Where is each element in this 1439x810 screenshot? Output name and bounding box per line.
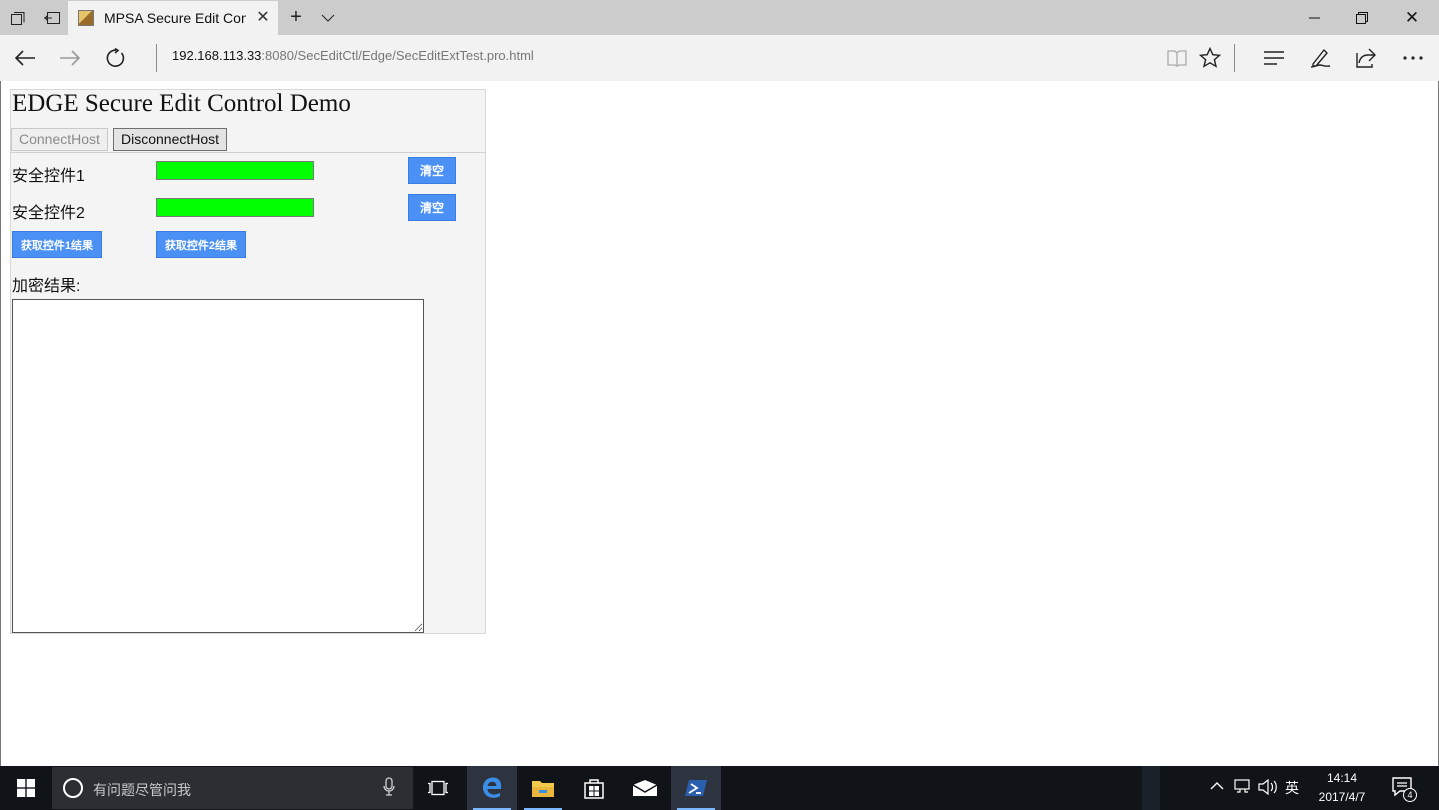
connect-host-button[interactable]: ConnectHost	[11, 128, 108, 151]
tab-active[interactable]: MPSA Secure Edit Control Demo ✕	[68, 1, 278, 35]
close-window-icon[interactable]: ✕	[1389, 0, 1435, 35]
tab-title: MPSA Secure Edit Control Demo	[104, 10, 246, 26]
secure-control-2-label: 安全控件2	[12, 205, 85, 222]
url-path: :8080/SecEditCtl/Edge/SecEditExtTest.pro…	[261, 48, 534, 63]
microphone-icon[interactable]	[383, 777, 395, 802]
more-icon[interactable]	[1396, 42, 1430, 74]
encryption-result-textarea[interactable]	[12, 299, 424, 633]
tray-separator	[1142, 766, 1160, 810]
browser-tab-bar: MPSA Secure Edit Control Demo ✕ + ✕	[0, 0, 1439, 35]
notification-count-badge: 4	[1403, 788, 1417, 802]
clock-time: 14:14	[1326, 771, 1358, 785]
reading-view-icon[interactable]	[1160, 42, 1194, 74]
edge-icon[interactable]	[467, 766, 517, 810]
star-icon[interactable]	[1193, 42, 1227, 74]
forward-arrow-icon[interactable]	[53, 42, 87, 74]
cortana-icon	[63, 778, 83, 798]
network-icon[interactable]	[1234, 779, 1252, 798]
disconnect-host-button[interactable]: DisconnectHost	[113, 128, 228, 151]
secure-control-1-field[interactable]	[156, 161, 314, 180]
chevron-up-icon[interactable]	[1210, 778, 1224, 794]
close-tab-icon[interactable]: ✕	[254, 9, 272, 27]
file-explorer-icon[interactable]	[518, 766, 568, 810]
clear-control-1-button[interactable]: 清空	[408, 157, 456, 184]
windows-taskbar: 有问题尽管问我 英 14:14 2017/4/7 4	[0, 766, 1439, 810]
volume-icon[interactable]	[1258, 778, 1278, 798]
toolbar-separator	[1234, 44, 1235, 72]
pen-icon[interactable]	[1303, 42, 1337, 74]
secure-control-2-field[interactable]	[156, 198, 314, 217]
task-view-icon[interactable]	[413, 766, 463, 810]
clock-date: 2017/4/7	[1318, 790, 1366, 804]
page-title: EDGE Secure Edit Control Demo	[12, 90, 351, 117]
powershell-icon[interactable]	[671, 766, 721, 810]
input-method-label[interactable]: 英	[1285, 778, 1299, 798]
set-aside-tabs-icon[interactable]	[35, 0, 69, 35]
address-bar[interactable]: 192.168.113.33:8080/SecEditCtl/Edge/SecE…	[172, 48, 534, 63]
get-control-1-result-button[interactable]: 获取控件1结果	[12, 231, 102, 258]
url-host: 192.168.113.33	[172, 48, 262, 63]
refresh-icon[interactable]	[99, 42, 133, 74]
encryption-result-label: 加密结果:	[12, 278, 81, 295]
restore-icon[interactable]	[1339, 0, 1385, 35]
panel-divider	[11, 152, 485, 153]
page-favicon-icon	[78, 10, 94, 26]
clear-control-2-button[interactable]: 清空	[408, 194, 456, 221]
search-placeholder: 有问题尽管问我	[93, 782, 191, 798]
back-arrow-icon[interactable]	[8, 42, 42, 74]
get-control-2-result-button[interactable]: 获取控件2结果	[156, 231, 246, 258]
address-separator	[156, 44, 157, 72]
windows-start-icon[interactable]	[0, 766, 52, 810]
cortana-search-box[interactable]: 有问题尽管问我	[52, 767, 413, 809]
secure-control-1-label: 安全控件1	[12, 168, 85, 185]
chevron-down-icon[interactable]	[311, 0, 345, 35]
store-icon[interactable]	[569, 766, 619, 810]
minimize-icon[interactable]	[1292, 0, 1338, 35]
mail-icon[interactable]	[620, 766, 670, 810]
browser-nav-bar: 192.168.113.33:8080/SecEditCtl/Edge/SecE…	[0, 35, 1439, 81]
hub-icon[interactable]	[1257, 42, 1291, 74]
page-content: EDGE Secure Edit Control Demo ConnectHos…	[0, 81, 1439, 766]
demo-panel: EDGE Secure Edit Control Demo ConnectHos…	[10, 89, 486, 634]
tab-manager-icon[interactable]	[1, 0, 35, 35]
clock[interactable]: 14:14 2017/4/7	[1304, 769, 1380, 807]
share-icon[interactable]	[1349, 42, 1383, 74]
plus-icon[interactable]: +	[279, 0, 313, 35]
